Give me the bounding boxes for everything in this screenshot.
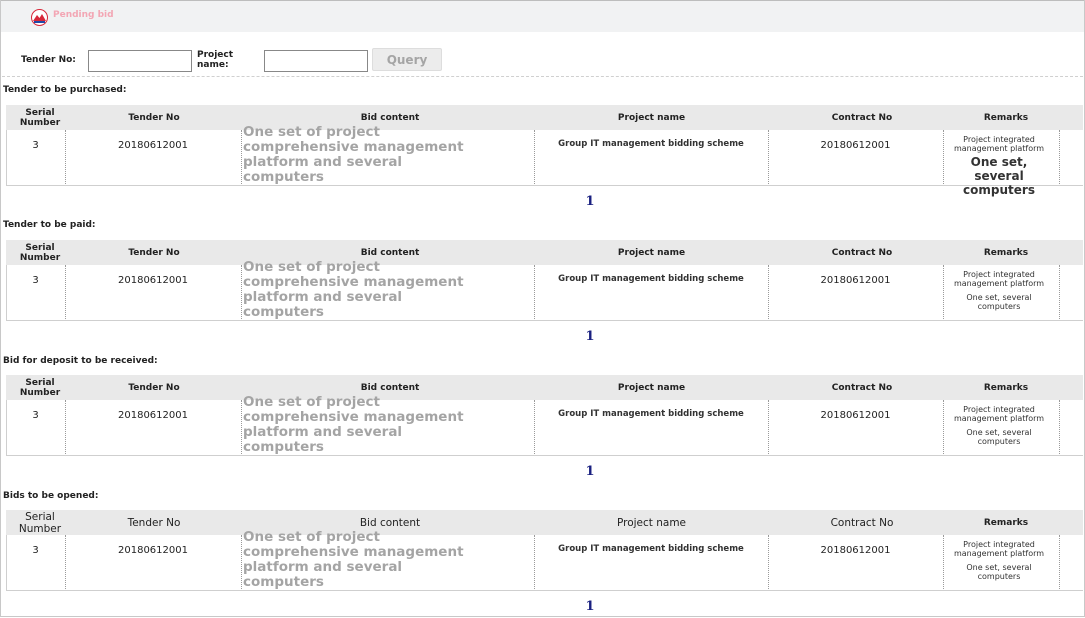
col-tender-no: Tender No <box>127 516 181 529</box>
pagination-page[interactable]: 1 <box>580 464 600 479</box>
cell-contract-no: 20180612001 <box>820 410 891 421</box>
col-serial-number: Serial Number <box>19 107 61 128</box>
table-row[interactable]: 3 20180612001 One set of project compreh… <box>6 395 1083 456</box>
table-row[interactable]: 3 20180612001 One set of project compreh… <box>6 530 1083 591</box>
tender-no-input[interactable] <box>88 50 192 72</box>
title-bar: Pending bid <box>1 0 1084 32</box>
cell-project-name: Group IT management bidding scheme <box>558 139 744 149</box>
cell-remarks-line2: One set, several computers <box>966 293 1032 311</box>
table-header: Serial Number Tender No Bid content Proj… <box>6 375 1083 400</box>
col-project-name: Project name <box>617 382 686 393</box>
cell-contract-no: 20180612001 <box>820 140 891 151</box>
col-contract-no: Contract No <box>831 247 893 258</box>
col-remarks: Remarks <box>983 517 1029 528</box>
cell-bid-content: One set of project comprehensive managem… <box>243 529 464 590</box>
section-title: Bid for deposit to be received: <box>3 356 158 366</box>
pagination-page[interactable]: 1 <box>580 599 600 614</box>
col-project-name: Project name <box>617 247 686 258</box>
col-contract-no: Contract No <box>831 382 893 393</box>
cell-remarks-line2: One set, several computers <box>963 155 1035 197</box>
cell-contract-no: 20180612001 <box>820 545 891 556</box>
col-tender-no: Tender No <box>128 247 180 258</box>
cell-tender-no: 20180612001 <box>118 545 188 556</box>
col-tender-no: Tender No <box>128 382 180 393</box>
cell-project-name: Group IT management bidding scheme <box>558 409 744 419</box>
project-name-input[interactable] <box>264 50 368 72</box>
cell-project-name: Group IT management bidding scheme <box>558 544 744 554</box>
col-project-name: Project name <box>617 112 686 123</box>
col-contract-no: Contract No <box>830 516 894 529</box>
table-header: Serial Number Tender No Bid content Proj… <box>6 240 1083 265</box>
divider <box>2 76 1083 77</box>
cell-bid-content: One set of project comprehensive managem… <box>243 124 464 185</box>
cell-remarks-line1: Project integrated management platform <box>953 270 1045 288</box>
cell-serial: 3 <box>32 545 39 556</box>
table-header: Serial Number Tender No Bid content Proj… <box>6 510 1083 535</box>
col-contract-no: Contract No <box>831 112 893 123</box>
cell-serial: 3 <box>32 140 39 151</box>
section-title: Tender to be purchased: <box>3 85 127 95</box>
cell-remarks-line1: Project integrated management platform <box>953 135 1045 153</box>
col-remarks: Remarks <box>983 247 1029 258</box>
cell-tender-no: 20180612001 <box>118 140 188 151</box>
mountain-logo-icon <box>31 9 48 26</box>
table-row[interactable]: 3 20180612001 One set of project compreh… <box>6 260 1083 321</box>
cell-serial: 3 <box>32 410 39 421</box>
section-title: Bids to be opened: <box>3 491 99 501</box>
col-remarks: Remarks <box>983 112 1029 123</box>
table-header: Serial Number Tender No Bid content Proj… <box>6 105 1083 130</box>
cell-serial: 3 <box>32 275 39 286</box>
table-row[interactable]: 3 20180612001 One set of project compreh… <box>6 125 1083 197</box>
cell-remarks-line1: Project integrated management platform <box>953 540 1045 558</box>
cell-tender-no: 20180612001 <box>118 410 188 421</box>
cell-remarks-line1: Project integrated management platform <box>953 405 1045 423</box>
cell-project-name: Group IT management bidding scheme <box>558 274 744 284</box>
cell-bid-content: One set of project comprehensive managem… <box>243 394 464 455</box>
pagination-page[interactable]: 1 <box>580 329 600 344</box>
cell-contract-no: 20180612001 <box>820 275 891 286</box>
pagination-page[interactable]: 1 <box>580 194 600 209</box>
section-title: Tender to be paid: <box>3 220 96 230</box>
cell-remarks-line2: One set, several computers <box>966 563 1032 581</box>
cell-tender-no: 20180612001 <box>118 275 188 286</box>
project-name-label: Project name: <box>197 50 234 70</box>
col-project-name: Project name <box>616 516 687 529</box>
col-tender-no: Tender No <box>128 112 180 123</box>
app-title: Pending bid <box>53 10 114 20</box>
tender-no-label: Tender No: <box>21 55 76 65</box>
query-button[interactable]: Query <box>372 48 442 71</box>
col-serial-number: Serial Number <box>18 510 62 535</box>
col-serial-number: Serial Number <box>19 377 61 398</box>
col-serial-number: Serial Number <box>19 242 61 263</box>
col-remarks: Remarks <box>983 382 1029 393</box>
cell-remarks-line2: One set, several computers <box>966 428 1032 446</box>
cell-bid-content: One set of project comprehensive managem… <box>243 259 464 320</box>
